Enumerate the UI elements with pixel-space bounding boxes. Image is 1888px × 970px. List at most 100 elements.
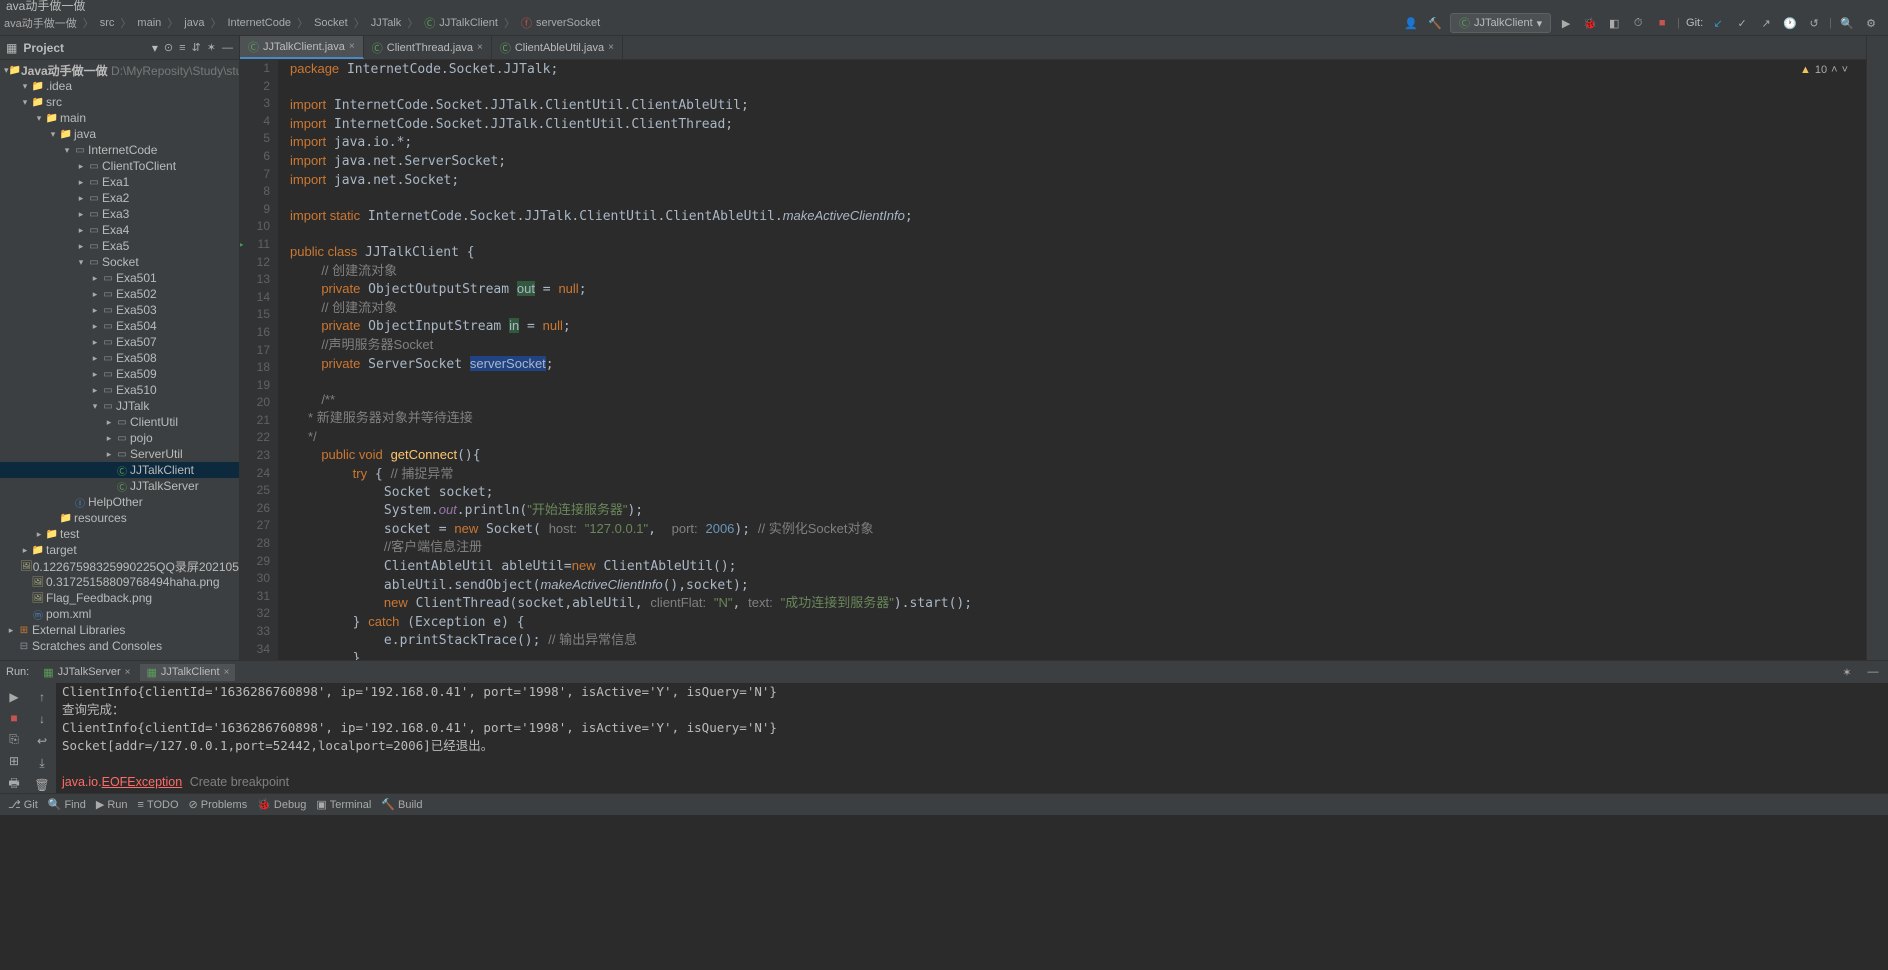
tree-row[interactable]: ▾📁src [0,94,239,110]
bc-item[interactable]: java [184,17,204,29]
up-button[interactable]: ↑ [33,689,51,705]
close-icon[interactable]: × [349,41,355,52]
tree-row[interactable]: ▸▭Exa2 [0,190,239,206]
close-icon[interactable]: × [224,667,230,678]
close-icon[interactable]: × [608,42,614,53]
tree-row[interactable]: ▾▭Socket [0,254,239,270]
tree-row[interactable]: ▾📁java [0,126,239,142]
tree-row[interactable]: ▸▭Exa501 [0,270,239,286]
coverage-button[interactable]: ◧ [1605,14,1623,32]
profile-button[interactable]: ⏱ [1629,14,1647,32]
hide-icon[interactable]: — [222,42,233,54]
tree-row[interactable]: ▸▭Exa503 [0,302,239,318]
git-commit-icon[interactable]: ✓ [1733,14,1751,32]
tree-root[interactable]: ▾📁 Java动手做一做 D:\MyReposity\Study\study [0,62,239,78]
debug-button[interactable]: 🐞 [1581,14,1599,32]
editor-tab[interactable]: ⒸClientThread.java× [364,36,492,59]
down-button[interactable]: ↓ [33,711,51,727]
tree-row[interactable]: ▸▭ClientToClient [0,158,239,174]
tree-row[interactable]: ▸▭Exa4 [0,222,239,238]
git-push-icon[interactable]: ↗ [1757,14,1775,32]
build-icon[interactable]: 🔨 [1426,14,1444,32]
tree-row[interactable]: ▸▭Exa504 [0,318,239,334]
tree-row[interactable]: ▸▭Exa1 [0,174,239,190]
tree-row[interactable]: ▾📁main [0,110,239,126]
close-icon[interactable]: × [477,42,483,53]
expand-all-icon[interactable]: ≡ [179,42,185,54]
tree-row[interactable]: 🖼0.12267598325990225QQ录屏202105160 [0,558,239,574]
tree-row[interactable]: ▸▭pojo [0,430,239,446]
line-gutter[interactable]: 1 2 3 4 5 6 7 8 9 10 ▶11 12 13 14 15 16 … [240,60,278,660]
bc-item[interactable]: JJTalkClient [439,17,498,29]
run-config-selector[interactable]: Ⓒ JJTalkClient ▾ [1450,13,1551,33]
tree-row[interactable]: ▸▭Exa502 [0,286,239,302]
stop-run-button[interactable]: ■ [5,711,23,727]
tree-row[interactable]: ▸▭Exa3 [0,206,239,222]
status-git[interactable]: ⎇ Git [8,798,38,811]
tree-row[interactable]: 🖼0.31725158809768494haha.png [0,574,239,590]
status-terminal[interactable]: ▣ Terminal [316,798,371,811]
tree-row[interactable]: ▸▭Exa5 [0,238,239,254]
tree-row[interactable]: ▸📁test [0,526,239,542]
stop-button[interactable]: ■ [1653,14,1671,32]
user-icon[interactable]: 👤 [1402,14,1420,32]
tree-row[interactable]: ▸📁target [0,542,239,558]
tree-row[interactable]: ⒸJJTalkClient [0,462,239,478]
gear-icon[interactable]: ✶ [207,41,216,54]
status-find[interactable]: 🔍 Find [48,798,86,811]
tree-row[interactable]: ▸▭Exa509 [0,366,239,382]
tree-row[interactable]: ▸▭Exa510 [0,382,239,398]
code-content[interactable]: package InternetCode.Socket.JJTalk; impo… [278,60,1866,660]
git-rollback-icon[interactable]: ↺ [1805,14,1823,32]
bc-item[interactable]: ava动手做一做 [4,15,77,31]
run-hide-icon[interactable]: — [1864,663,1882,681]
tree-row[interactable]: ▾▭JJTalk [0,398,239,414]
run-tab[interactable]: ▦JJTalkClient× [140,664,235,681]
tree-row[interactable]: ⒸJJTalkServer [0,478,239,494]
bc-item[interactable]: InternetCode [227,17,291,29]
search-icon[interactable]: 🔍 [1838,14,1856,32]
git-update-icon[interactable]: ↙ [1709,14,1727,32]
tree-row[interactable]: ▸▭Exa508 [0,350,239,366]
wrap-button[interactable]: ↩ [33,733,51,749]
editor-tab[interactable]: ⒸJJTalkClient.java× [240,36,364,59]
tree-row[interactable]: ⒾHelpOther [0,494,239,510]
bc-item[interactable]: src [100,17,115,29]
status-todo[interactable]: ≡ TODO [138,799,179,811]
tree-row[interactable]: ▸⊞External Libraries [0,622,239,638]
status-run[interactable]: ▶ Run [96,798,128,811]
tree-row[interactable]: ⊟Scratches and Consoles [0,638,239,654]
tree-row[interactable]: ▾▭InternetCode [0,142,239,158]
run-tab[interactable]: ▦JJTalkServer× [37,664,136,681]
settings-icon[interactable]: ⚙ [1862,14,1880,32]
close-icon[interactable]: × [125,667,131,678]
tree-row[interactable]: ▸▭Exa507 [0,334,239,350]
tree-row[interactable]: ⓜpom.xml [0,606,239,622]
project-tree[interactable]: ▾📁 Java动手做一做 D:\MyReposity\Study\study ▾… [0,60,239,660]
chevron-up-icon[interactable]: ˄ [1831,64,1837,76]
code-area[interactable]: 1 2 3 4 5 6 7 8 9 10 ▶11 12 13 14 15 16 … [240,60,1866,660]
bc-item[interactable]: main [137,17,161,29]
run-settings-icon[interactable]: ✶ [1838,663,1856,681]
select-file-icon[interactable]: ⊙ [164,41,173,54]
clear-button[interactable]: 🗑 [33,777,51,793]
run-button[interactable]: ▶ [1557,14,1575,32]
scroll-button[interactable]: ⤓ [33,755,51,771]
status-problems[interactable]: ⊘ Problems [189,798,248,811]
layout-button[interactable]: ⊞ [5,754,23,770]
chevron-down-icon[interactable]: ▾ [152,41,158,55]
tree-row[interactable]: 🖼Flag_Feedback.png [0,590,239,606]
bc-item[interactable]: Socket [314,17,348,29]
print-button[interactable]: 🖶 [5,775,23,793]
git-history-icon[interactable]: 🕐 [1781,14,1799,32]
rerun-button[interactable]: ▶ [5,689,23,705]
bc-item[interactable]: serverSocket [536,17,600,29]
status-build[interactable]: 🔨 Build [381,798,422,811]
status-debug[interactable]: 🐞 Debug [257,798,306,811]
editor-tab[interactable]: ⒸClientAbleUtil.java× [492,36,623,59]
tree-row[interactable]: ▸▭ServerUtil [0,446,239,462]
bc-item[interactable]: JJTalk [371,17,402,29]
exit-button[interactable]: ⎘ [5,732,23,748]
console-output[interactable]: ClientInfo{clientId='1636286760898', ip=… [56,683,1888,793]
chevron-down-icon[interactable]: ˅ [1842,64,1848,76]
